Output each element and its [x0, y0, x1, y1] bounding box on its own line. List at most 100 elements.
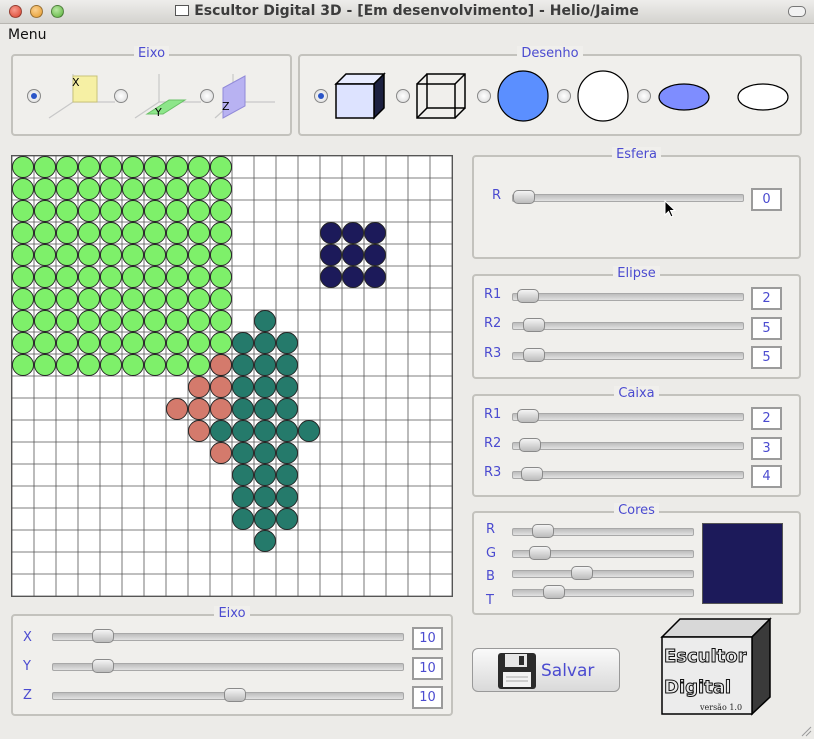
voxel-cell[interactable] — [210, 442, 232, 464]
voxel-cell[interactable] — [144, 156, 166, 178]
voxel-grid[interactable] — [11, 155, 453, 597]
voxel-cell[interactable] — [100, 266, 122, 288]
voxel-cell[interactable] — [188, 354, 210, 376]
voxel-cell[interactable] — [210, 266, 232, 288]
cores-b-slider[interactable] — [512, 566, 694, 580]
elipse-r2-slider[interactable] — [512, 318, 744, 332]
voxel-cell[interactable] — [122, 200, 144, 222]
voxel-cell[interactable] — [320, 266, 342, 288]
voxel-cell[interactable] — [100, 156, 122, 178]
voxel-cell[interactable] — [144, 354, 166, 376]
esfera-r-slider[interactable] — [512, 190, 744, 204]
voxel-cell[interactable] — [276, 354, 298, 376]
voxel-cell[interactable] — [144, 200, 166, 222]
slider-handle[interactable] — [543, 585, 565, 599]
voxel-cell[interactable] — [188, 178, 210, 200]
voxel-cell[interactable] — [188, 156, 210, 178]
voxel-cell[interactable] — [34, 266, 56, 288]
voxel-cell[interactable] — [364, 244, 386, 266]
voxel-cell[interactable] — [34, 222, 56, 244]
eixo-z-radio[interactable] — [200, 89, 214, 103]
voxel-cell[interactable] — [232, 332, 254, 354]
voxel-cell[interactable] — [100, 222, 122, 244]
voxel-cell[interactable] — [12, 222, 34, 244]
voxel-cell[interactable] — [144, 332, 166, 354]
slider-handle[interactable] — [224, 688, 246, 702]
voxel-cell[interactable] — [122, 244, 144, 266]
voxel-cell[interactable] — [56, 354, 78, 376]
voxel-cell[interactable] — [56, 222, 78, 244]
slider-handle[interactable] — [523, 348, 545, 362]
voxel-cell[interactable] — [56, 266, 78, 288]
voxel-cell[interactable] — [166, 332, 188, 354]
voxel-cell[interactable] — [34, 178, 56, 200]
voxel-cell[interactable] — [56, 244, 78, 266]
voxel-cell[interactable] — [342, 266, 364, 288]
voxel-cell[interactable] — [34, 244, 56, 266]
elipse-r3-slider[interactable] — [512, 348, 744, 362]
voxel-cell[interactable] — [276, 464, 298, 486]
voxel-cell[interactable] — [320, 222, 342, 244]
voxel-cell[interactable] — [166, 398, 188, 420]
voxel-cell[interactable] — [210, 200, 232, 222]
cores-r-slider[interactable] — [512, 524, 694, 538]
voxel-cell[interactable] — [100, 332, 122, 354]
desenho-solid-ellipse-radio[interactable] — [637, 89, 651, 103]
voxel-cell[interactable] — [100, 310, 122, 332]
voxel-cell[interactable] — [34, 332, 56, 354]
voxel-cell[interactable] — [144, 310, 166, 332]
voxel-cell[interactable] — [34, 156, 56, 178]
voxel-cell[interactable] — [12, 310, 34, 332]
elipse-r1-slider[interactable] — [512, 289, 744, 303]
voxel-cell[interactable] — [210, 310, 232, 332]
voxel-cell[interactable] — [144, 244, 166, 266]
voxel-cell[interactable] — [34, 288, 56, 310]
eixo-x-radio[interactable] — [27, 89, 41, 103]
slider-handle[interactable] — [92, 629, 114, 643]
voxel-cell[interactable] — [34, 200, 56, 222]
voxel-cell[interactable] — [122, 354, 144, 376]
voxel-cell[interactable] — [188, 222, 210, 244]
voxel-cell[interactable] — [166, 244, 188, 266]
slider-handle[interactable] — [513, 190, 535, 204]
desenho-solid-box-radio[interactable] — [314, 89, 328, 103]
voxel-cell[interactable] — [78, 354, 100, 376]
voxel-cell[interactable] — [276, 398, 298, 420]
voxel-cell[interactable] — [78, 310, 100, 332]
slider-handle[interactable] — [517, 289, 539, 303]
voxel-cell[interactable] — [364, 222, 386, 244]
voxel-cell[interactable] — [254, 486, 276, 508]
voxel-cell[interactable] — [298, 420, 320, 442]
voxel-cell[interactable] — [188, 244, 210, 266]
voxel-cell[interactable] — [166, 178, 188, 200]
voxel-cell[interactable] — [210, 332, 232, 354]
voxel-cell[interactable] — [78, 156, 100, 178]
voxel-cell[interactable] — [232, 442, 254, 464]
voxel-cell[interactable] — [122, 178, 144, 200]
voxel-cell[interactable] — [254, 376, 276, 398]
voxel-cell[interactable] — [210, 398, 232, 420]
voxel-cell[interactable] — [122, 288, 144, 310]
voxel-cell[interactable] — [12, 288, 34, 310]
voxel-cell[interactable] — [210, 178, 232, 200]
voxel-cell[interactable] — [122, 310, 144, 332]
voxel-cell[interactable] — [100, 244, 122, 266]
voxel-cell[interactable] — [254, 530, 276, 552]
voxel-cell[interactable] — [12, 266, 34, 288]
voxel-cell[interactable] — [276, 376, 298, 398]
voxel-cell[interactable] — [232, 420, 254, 442]
voxel-cell[interactable] — [188, 310, 210, 332]
voxel-cell[interactable] — [78, 332, 100, 354]
slider-handle[interactable] — [517, 409, 539, 423]
voxel-cell[interactable] — [188, 332, 210, 354]
voxel-cell[interactable] — [144, 178, 166, 200]
voxel-cell[interactable] — [188, 420, 210, 442]
cores-g-slider[interactable] — [512, 546, 694, 560]
slider-handle[interactable] — [532, 524, 554, 538]
voxel-cell[interactable] — [144, 266, 166, 288]
voxel-cell[interactable] — [34, 354, 56, 376]
voxel-cell[interactable] — [232, 398, 254, 420]
voxel-cell[interactable] — [78, 244, 100, 266]
voxel-cell[interactable] — [210, 376, 232, 398]
voxel-cell[interactable] — [232, 486, 254, 508]
